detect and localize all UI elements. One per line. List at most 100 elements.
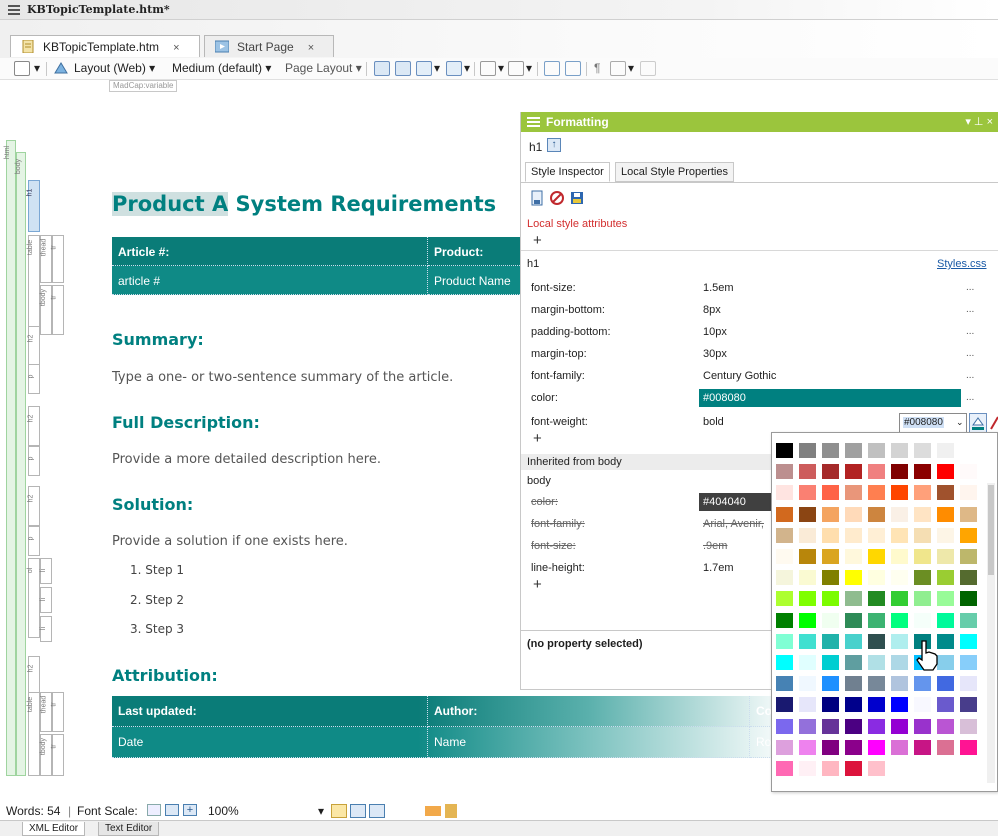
color-swatch[interactable] (937, 464, 954, 480)
more-button[interactable]: ... (966, 348, 974, 359)
structure-ol[interactable]: ol (27, 558, 40, 638)
menu-icon[interactable] (527, 117, 540, 127)
color-swatch[interactable] (937, 549, 954, 564)
solution-heading[interactable]: Solution: (112, 495, 193, 514)
product-variable[interactable]: Product A (112, 192, 229, 216)
structure-table[interactable]: table (27, 692, 40, 776)
table-cell[interactable]: Name (428, 727, 750, 758)
structure-body[interactable]: body (15, 152, 26, 776)
color-swatch[interactable] (845, 570, 862, 586)
color-swatch[interactable] (845, 633, 862, 649)
reset-font-button[interactable] (165, 804, 179, 816)
color-swatch[interactable] (960, 464, 977, 480)
clear-color-icon[interactable] (989, 413, 998, 433)
color-swatch[interactable] (868, 697, 885, 713)
color-swatch[interactable] (960, 697, 977, 713)
snippet-icon[interactable] (508, 61, 524, 76)
color-swatch[interactable] (822, 633, 839, 649)
color-swatch[interactable] (776, 443, 793, 458)
color-swatch[interactable] (868, 485, 885, 501)
color-swatch[interactable] (799, 591, 816, 607)
page-layout-dropdown[interactable]: Page Layout ▾ (285, 61, 362, 75)
structure-p[interactable]: p (27, 446, 40, 476)
layout-view-icon[interactable] (331, 804, 347, 818)
color-swatch[interactable] (891, 591, 908, 607)
color-swatch[interactable] (891, 485, 908, 501)
color-swatch[interactable] (914, 570, 931, 586)
color-swatch[interactable] (776, 570, 793, 586)
insert-icon[interactable] (374, 61, 390, 76)
list-item[interactable]: 2. Step 2 (130, 593, 184, 607)
structure-table[interactable]: table (27, 235, 40, 335)
color-swatch[interactable] (799, 633, 816, 649)
structure-li[interactable]: li (40, 616, 52, 642)
color-swatch[interactable] (868, 464, 885, 480)
color-swatch[interactable] (776, 612, 793, 628)
color-swatch[interactable] (822, 761, 839, 776)
structure-li[interactable]: li (40, 558, 52, 584)
scrollbar[interactable] (987, 483, 995, 783)
color-swatch[interactable] (845, 739, 862, 755)
color-swatch[interactable] (937, 591, 954, 607)
color-swatch[interactable] (822, 718, 839, 734)
color-swatch[interactable] (822, 676, 839, 692)
property-value[interactable]: .9em (703, 540, 727, 552)
color-swatch[interactable] (937, 676, 954, 692)
color-swatch[interactable] (845, 655, 862, 670)
color-swatch[interactable] (891, 506, 908, 522)
color-swatch[interactable] (776, 506, 793, 522)
dropdown-arrow[interactable]: ▾ (464, 61, 470, 75)
color-swatch[interactable] (960, 633, 977, 649)
tab-style-inspector[interactable]: Style Inspector (525, 162, 610, 182)
color-swatch[interactable] (776, 655, 793, 670)
property-value[interactable]: 1.5em (703, 282, 734, 294)
color-swatch[interactable] (845, 464, 862, 480)
add-property-button[interactable]: + (533, 576, 542, 593)
color-swatch[interactable] (799, 527, 816, 543)
color-swatch[interactable] (891, 718, 908, 734)
color-swatch[interactable] (822, 739, 839, 755)
layout-dropdown[interactable]: Layout (Web) ▾ (74, 61, 155, 75)
color-swatch[interactable] (868, 549, 885, 564)
color-swatch[interactable] (914, 485, 931, 501)
color-swatch[interactable] (845, 443, 862, 458)
attribution-table[interactable]: Last updated: Author: Co Date Name Ro (112, 696, 792, 758)
full-description-heading[interactable]: Full Description: (112, 413, 260, 432)
highlight-icon[interactable] (610, 61, 626, 76)
color-swatch[interactable] (960, 527, 977, 543)
more-button[interactable]: ... (966, 282, 974, 293)
color-swatch[interactable] (868, 612, 885, 628)
menu-icon[interactable] (8, 5, 20, 15)
color-swatch[interactable] (937, 697, 954, 713)
color-swatch[interactable] (960, 506, 977, 522)
color-swatch[interactable] (822, 612, 839, 628)
color-palette-popup[interactable] (771, 432, 998, 792)
color-swatch[interactable] (822, 464, 839, 480)
structure-html[interactable]: html (4, 140, 16, 776)
variable-icon[interactable] (480, 61, 496, 76)
more-button[interactable]: ... (966, 370, 974, 381)
structure-h2[interactable]: h2 (27, 406, 40, 446)
medium-dropdown[interactable]: Medium (default) ▾ (172, 61, 271, 75)
color-swatch[interactable] (891, 655, 908, 670)
color-swatch[interactable] (914, 676, 931, 692)
structure-p[interactable]: p (27, 526, 40, 556)
tab-kbtopictemplate[interactable]: KBTopicTemplate.htm × (10, 35, 200, 57)
table-cell[interactable]: Product Name (428, 266, 522, 295)
color-field-value[interactable]: #008080 (903, 417, 944, 428)
color-swatch[interactable] (937, 485, 954, 501)
color-swatch[interactable] (799, 485, 816, 501)
color-swatch[interactable] (776, 485, 793, 501)
color-swatch[interactable] (891, 676, 908, 692)
dropdown-arrow[interactable]: ▾ (434, 61, 440, 75)
color-swatch[interactable] (799, 612, 816, 628)
structure-tr[interactable]: tr (51, 692, 64, 732)
color-swatch[interactable] (799, 718, 816, 734)
color-swatch[interactable] (799, 570, 816, 586)
tab-start-page[interactable]: Start Page × (204, 35, 334, 57)
summary-text[interactable]: Type a one- or two-sentence summary of t… (112, 370, 453, 385)
structure-tr[interactable]: tr (51, 734, 64, 776)
new-style-icon[interactable] (529, 190, 545, 206)
panel-controls[interactable]: ▾ ⊥ × (965, 115, 993, 128)
color-swatch[interactable] (937, 718, 954, 734)
